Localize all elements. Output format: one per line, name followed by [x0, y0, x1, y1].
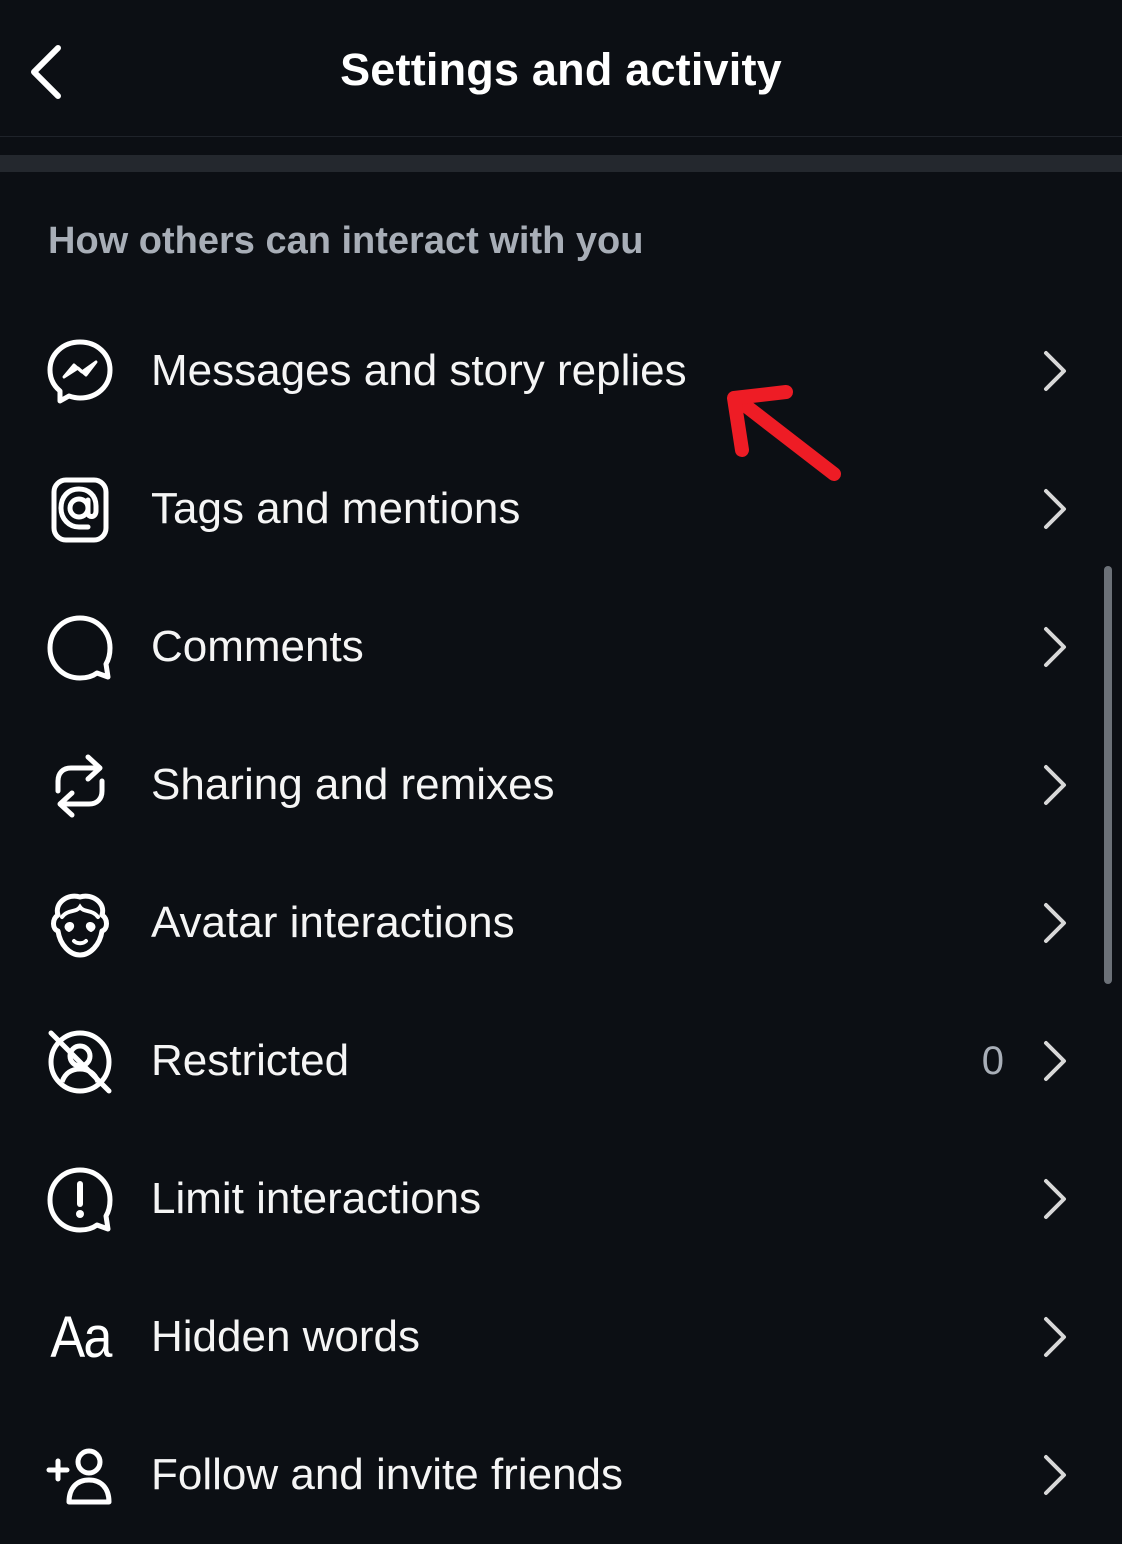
menu-item-avatar[interactable]: Avatar interactions [0, 854, 1122, 992]
menu-item-label: Sharing and remixes [151, 760, 555, 809]
menu-item-restricted[interactable]: Restricted 0 [0, 992, 1122, 1130]
menu-item-label: Messages and story replies [151, 346, 687, 395]
menu-item-messages[interactable]: Messages and story replies [0, 302, 1122, 440]
restricted-icon [44, 1026, 116, 1098]
chevron-right-icon [1044, 765, 1066, 805]
chevron-right-icon [1044, 351, 1066, 391]
messenger-icon [44, 336, 116, 408]
menu-item-label: Restricted [151, 1036, 350, 1085]
at-sign-icon [44, 474, 116, 546]
avatar-icon [44, 888, 116, 960]
chevron-right-icon [1044, 1317, 1066, 1357]
settings-menu: Messages and story replies Tags and ment… [0, 302, 1122, 1544]
section-divider [0, 155, 1122, 172]
menu-item-hidden-words[interactable]: Aa Hidden words [0, 1268, 1122, 1406]
menu-item-label: Tags and mentions [151, 484, 521, 533]
menu-item-label: Follow and invite friends [151, 1450, 624, 1499]
menu-item-label: Comments [151, 622, 364, 671]
menu-item-label: Hidden words [151, 1312, 421, 1361]
chevron-right-icon [1044, 1455, 1066, 1495]
menu-item-follow-invite[interactable]: Follow and invite friends [0, 1406, 1122, 1544]
section-heading: How others can interact with you [48, 220, 644, 262]
page-title: Settings and activity [340, 44, 782, 95]
comment-bubble-icon [44, 612, 116, 684]
menu-item-sharing[interactable]: Sharing and remixes [0, 716, 1122, 854]
add-person-icon [44, 1440, 116, 1512]
share-remix-icon [44, 750, 116, 822]
chevron-right-icon [1044, 627, 1066, 667]
menu-item-tags[interactable]: Tags and mentions [0, 440, 1122, 578]
chevron-right-icon [1044, 903, 1066, 943]
menu-item-comments[interactable]: Comments [0, 578, 1122, 716]
alert-bubble-icon [44, 1164, 116, 1236]
chevron-right-icon [1044, 1041, 1066, 1081]
restricted-count: 0 [981, 1039, 1004, 1083]
chevron-right-icon [1044, 489, 1066, 529]
menu-item-limit-interactions[interactable]: Limit interactions [0, 1130, 1122, 1268]
chevron-right-icon [1044, 1179, 1066, 1219]
aa-text-icon: Aa [49, 1305, 112, 1370]
menu-item-label: Avatar interactions [151, 898, 515, 947]
scrollbar[interactable] [1104, 566, 1112, 984]
top-bar: Settings and activity [0, 0, 1122, 137]
menu-item-label: Limit interactions [151, 1174, 482, 1223]
